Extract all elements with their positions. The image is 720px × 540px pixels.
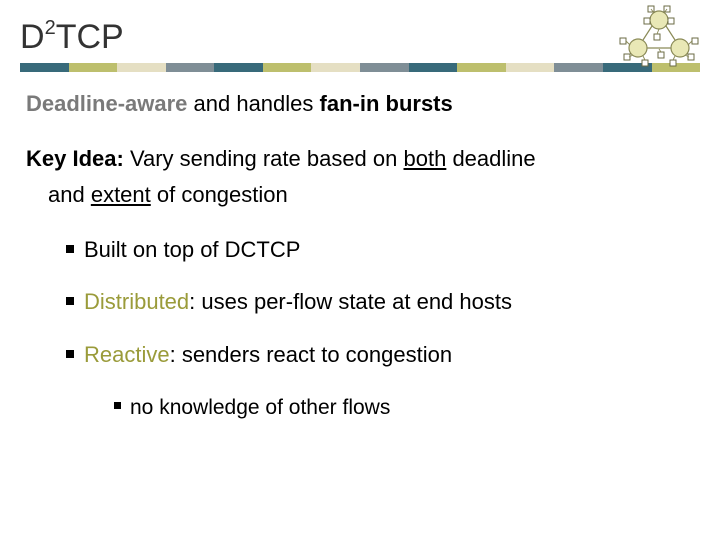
sub-bullet-list: no knowledge of other flows [84,394,694,421]
distributed-label: Distributed [84,289,189,314]
title-prefix: D [20,18,45,56]
summary-line: Deadline-aware and handles fan-in bursts [26,90,694,119]
summary-mid: and handles [187,91,319,116]
slide-body: Deadline-aware and handles fan-in bursts… [20,72,700,421]
key-idea-line1: Key Idea: Vary sending rate based on bot… [26,145,694,174]
bullet-distributed: Distributed: uses per-flow state at end … [66,288,694,317]
reactive-rest: : senders react to congestion [170,342,453,367]
key-idea-tail1: Vary sending rate based on [124,146,404,171]
underline-extent: extent [91,182,151,207]
key-idea-tail2: deadline [446,146,535,171]
slide: D2TCP Deadline-aware and handles fan-in … [0,0,720,540]
key-idea-cont-pre: and [48,182,91,207]
title-suffix: TCP [56,18,124,56]
reactive-label: Reactive [84,342,170,367]
deadline-aware-label: Deadline-aware [26,91,187,116]
title-superscript: 2 [45,17,56,39]
underline-both: both [404,146,447,171]
distributed-rest: : uses per-flow state at end hosts [189,289,512,314]
bullet-dctcp: Built on top of DCTCP [66,236,694,265]
fanin-label: fan-in bursts [320,91,453,116]
bullet-dctcp-text: Built on top of DCTCP [84,237,300,262]
slide-title: D2TCP [20,18,700,57]
header-stripe [20,63,700,72]
bullet-reactive: Reactive: senders react to congestion no… [66,341,694,421]
key-idea-label: Key Idea: [26,146,124,171]
sub-bullet-no-knowledge: no knowledge of other flows [114,394,694,421]
bullet-list: Built on top of DCTCP Distributed: uses … [26,236,694,421]
sub-bullet-text: no knowledge of other flows [130,396,390,419]
key-idea-cont-post: of congestion [151,182,288,207]
key-idea-line2: and extent of congestion [26,181,694,210]
network-cluster-icon [610,4,708,72]
footer-stripe [20,517,700,526]
